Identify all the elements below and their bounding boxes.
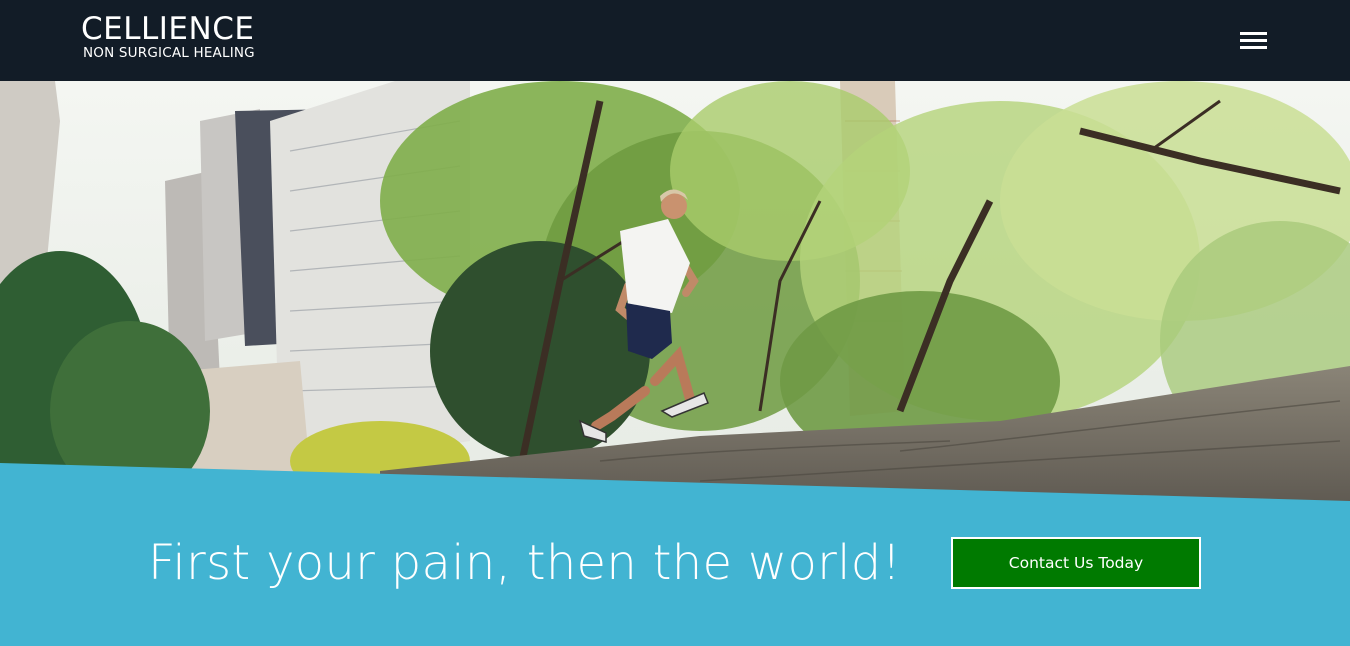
site-header: CELLIENCE NON SURGICAL HEALING [0,0,1350,81]
banner-headline: First your pain, then the world! [148,535,902,591]
brand-tagline: NON SURGICAL HEALING [83,45,255,61]
hamburger-menu-icon[interactable] [1240,31,1269,51]
contact-us-button[interactable]: Contact Us Today [951,537,1201,589]
menu-bar [1240,46,1267,49]
man-running-in-park-photo [0,81,1350,511]
menu-bar [1240,39,1267,42]
logo[interactable]: CELLIENCE NON SURGICAL HEALING [81,12,255,60]
hero-image [0,81,1350,511]
menu-bar [1240,32,1267,35]
brand-name: CELLIENCE [81,11,255,47]
